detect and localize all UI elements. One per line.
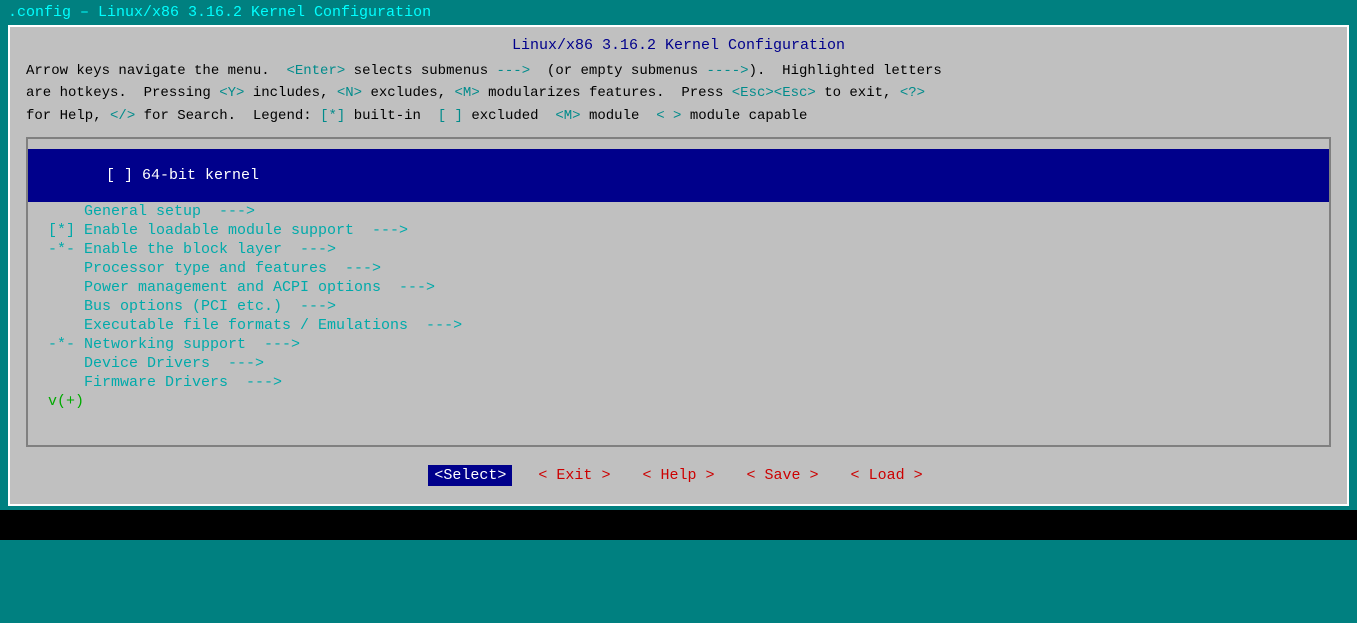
help-button[interactable]: < Help >	[636, 465, 720, 486]
button-bar: <Select> < Exit > < Help > < Save > < Lo…	[26, 457, 1331, 494]
menu-item-firmware-drivers[interactable]: Firmware Drivers --->	[28, 373, 1329, 392]
title-bar: .config – Linux/x86 3.16.2 Kernel Config…	[0, 0, 1357, 25]
menu-item-general-setup[interactable]: General setup --->	[28, 202, 1329, 221]
main-container: Linux/x86 3.16.2 Kernel Configuration Ar…	[8, 25, 1349, 506]
menu-item-executable-formats[interactable]: Executable file formats / Emulations ---…	[28, 316, 1329, 335]
title-text: .config – Linux/x86 3.16.2 Kernel Config…	[8, 4, 431, 21]
menu-box: [ ] 64-bit kernel General setup ---> [*]…	[26, 137, 1331, 447]
help-text: Arrow keys navigate the menu. <Enter> se…	[26, 60, 1331, 127]
menu-item-block-layer[interactable]: -*- Enable the block layer --->	[28, 240, 1329, 259]
bottom-bar	[0, 510, 1357, 540]
menu-item-power-management[interactable]: Power management and ACPI options --->	[28, 278, 1329, 297]
header-title: Linux/x86 3.16.2 Kernel Configuration	[26, 37, 1331, 54]
select-button[interactable]: <Select>	[428, 465, 512, 486]
help-line3: for Help, </> for Search. Legend: [*] bu…	[26, 105, 1331, 127]
scroll-indicator: v(+)	[28, 392, 1329, 411]
menu-item-processor-type[interactable]: Processor type and features --->	[28, 259, 1329, 278]
menu-item-device-drivers[interactable]: Device Drivers --->	[28, 354, 1329, 373]
menu-item-bus-options[interactable]: Bus options (PCI etc.) --->	[28, 297, 1329, 316]
exit-button[interactable]: < Exit >	[532, 465, 616, 486]
help-line2: are hotkeys. Pressing <Y> includes, <N> …	[26, 82, 1331, 104]
menu-item-64bit-kernel[interactable]: [ ] 64-bit kernel	[28, 149, 1329, 202]
load-button[interactable]: < Load >	[845, 465, 929, 486]
help-line1: Arrow keys navigate the menu. <Enter> se…	[26, 60, 1331, 82]
menu-item-networking[interactable]: -*- Networking support --->	[28, 335, 1329, 354]
save-button[interactable]: < Save >	[741, 465, 825, 486]
menu-item-loadable-module[interactable]: [*] Enable loadable module support --->	[28, 221, 1329, 240]
